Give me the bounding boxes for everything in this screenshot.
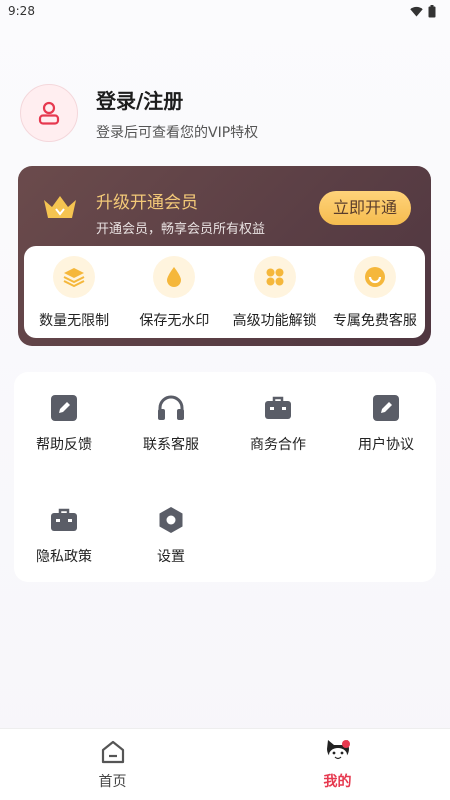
privacy-policy-item[interactable]: 隐私政策 — [14, 506, 114, 566]
tab-mine[interactable]: 我的 — [225, 729, 450, 800]
tab-mine-label: 我的 — [323, 774, 352, 790]
edit-icon — [373, 395, 399, 421]
bottom-tabbar: 首页 我的 — [0, 728, 450, 800]
avatar[interactable] — [20, 84, 78, 142]
service-label: 隐私政策 — [36, 549, 92, 565]
service-label: 设置 — [157, 549, 185, 565]
benefit-advanced[interactable]: 高级功能解锁 — [227, 256, 323, 330]
login-subtitle: 登录后可查看您的VIP特权 — [96, 124, 259, 141]
business-cooperation-item[interactable]: 商务合作 — [228, 394, 328, 454]
wifi-icon — [410, 6, 423, 16]
settings-icon — [159, 507, 183, 533]
headphones-icon — [158, 395, 184, 420]
smile-icon — [364, 267, 385, 287]
tab-home-label: 首页 — [98, 774, 127, 790]
status-bar: 9:28 — [0, 0, 450, 22]
crown-icon — [44, 196, 76, 218]
vip-benefits: 数量无限制 保存无水印 高级功能解锁 专属免费客服 — [24, 246, 425, 338]
contact-service-item[interactable]: 联系客服 — [121, 394, 221, 454]
service-label: 用户协议 — [358, 437, 414, 453]
vip-subtitle: 开通会员，畅享会员所有权益 — [96, 222, 266, 237]
apps-icon — [266, 268, 284, 286]
benefit-no-watermark[interactable]: 保存无水印 — [126, 256, 222, 330]
help-feedback-item[interactable]: 帮助反馈 — [14, 394, 114, 454]
settings-item[interactable]: 设置 — [121, 506, 221, 566]
user-icon — [38, 101, 60, 125]
status-time: 9:28 — [8, 4, 35, 18]
user-agreement-item[interactable]: 用户协议 — [336, 394, 436, 454]
battery-icon — [428, 4, 436, 17]
droplet-icon — [167, 267, 182, 287]
briefcase-icon — [265, 396, 291, 419]
cat-avatar-icon — [326, 740, 350, 762]
service-label: 商务合作 — [250, 437, 306, 453]
vip-header: 升级开通会员 开通会员，畅享会员所有权益 立即开通 — [18, 166, 431, 244]
service-label: 帮助反馈 — [36, 437, 92, 453]
login-register-title[interactable]: 登录/注册 — [96, 85, 258, 114]
benefit-label: 保存无水印 — [139, 313, 210, 329]
benefit-label: 高级功能解锁 — [232, 313, 317, 329]
layers-icon — [63, 268, 85, 287]
edit-icon — [51, 395, 77, 421]
vip-card: 升级开通会员 开通会员，畅享会员所有权益 立即开通 数量无限制 保存无水印 高级… — [18, 166, 431, 346]
benefit-label: 数量无限制 — [39, 313, 110, 329]
service-label: 联系客服 — [143, 437, 199, 453]
benefit-unlimited[interactable]: 数量无限制 — [26, 256, 122, 330]
status-icons — [410, 4, 436, 18]
services-panel: 帮助反馈 联系客服 商务合作 用户协议 隐私政策 设置 — [14, 372, 436, 582]
login-header[interactable]: 登录/注册 登录后可查看您的VIP特权 — [20, 84, 258, 142]
tab-home[interactable]: 首页 — [0, 729, 225, 800]
home-icon — [101, 740, 124, 764]
open-vip-button[interactable]: 立即开通 — [319, 191, 411, 225]
briefcase-icon — [51, 508, 77, 531]
vip-title: 升级开通会员 — [96, 193, 198, 213]
benefit-service[interactable]: 专属免费客服 — [327, 256, 423, 330]
benefit-label: 专属免费客服 — [332, 313, 417, 329]
